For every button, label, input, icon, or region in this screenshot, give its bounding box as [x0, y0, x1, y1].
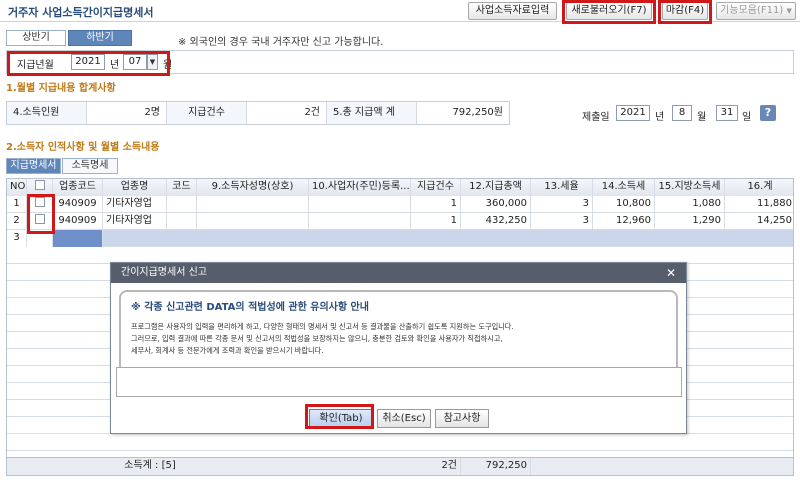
row-payment-total[interactable]: 360,000 — [461, 196, 531, 213]
table-row-new[interactable]: 3 — [7, 230, 793, 247]
highlight-period — [7, 51, 170, 76]
notice-line: 세무사, 회계사 등 전문가에게 조력과 확인을 받으시기 바랍니다. — [131, 346, 324, 355]
highlight-row-checkboxes — [27, 194, 55, 234]
col-industry-code[interactable]: 업종코드 — [53, 179, 103, 196]
foreigner-notice: ※ 외국인의 경우 국내 거주자만 신고 가능합니다. — [178, 37, 384, 48]
row-local-tax[interactable]: 1,080 — [655, 196, 725, 213]
row-no: 2 — [7, 213, 27, 230]
dialog-progress-area — [116, 367, 682, 397]
close-icon[interactable]: ✕ — [666, 263, 676, 283]
col-registration-no[interactable]: 10.사업자(주민)등록... — [309, 179, 411, 196]
row-local-tax[interactable]: 1,290 — [655, 213, 725, 230]
dialog-notice-box: ※ 각종 신고관련 DATA의 적법성에 관한 유의사항 안내 프로그램은 사용… — [119, 290, 678, 374]
functions-menu-button[interactable]: 기능모음(F11) ▼ — [716, 2, 796, 20]
row-industry-code-active[interactable] — [53, 230, 103, 247]
col-payment-total[interactable]: 12.지급총액 — [461, 179, 531, 196]
row-payment-count[interactable]: 1 — [411, 213, 461, 230]
col-no[interactable]: NO — [7, 179, 27, 196]
col-payment-count[interactable]: 지급건수 — [411, 179, 461, 196]
reference-button[interactable]: 참고사항 — [435, 409, 489, 428]
row-earner-name[interactable] — [197, 213, 309, 230]
col-income-tax[interactable]: 14.소득세 — [593, 179, 655, 196]
submit-day-unit: 일 — [742, 112, 752, 123]
count-label: 지급건수 — [167, 102, 247, 124]
row-sum[interactable]: 14,250 — [725, 213, 793, 230]
highlight-close-period — [658, 0, 712, 24]
row-code[interactable] — [167, 196, 197, 213]
col-sum[interactable]: 16.계 — [725, 179, 793, 196]
table-row[interactable]: 1 940909 기타자영업 1 360,000 3 10,800 1,080 … — [7, 196, 793, 213]
row-payment-count[interactable]: 1 — [411, 196, 461, 213]
row-income-tax[interactable]: 10,800 — [593, 196, 655, 213]
row-payment-total[interactable]: 432,250 — [461, 213, 531, 230]
highlight-confirm — [305, 404, 374, 429]
col-tax-rate[interactable]: 13.세율 — [531, 179, 593, 196]
tab-second-half[interactable]: 하반기 — [68, 30, 132, 46]
row-code[interactable] — [167, 213, 197, 230]
submit-date-label: 제출일 — [582, 112, 610, 123]
col-earner-name[interactable]: 9.소득자성명(상호) — [197, 179, 309, 196]
count-value: 2건 — [247, 102, 327, 124]
earners-value: 2명 — [87, 102, 167, 124]
col-local-tax[interactable]: 15.지방소득세 — [655, 179, 725, 196]
submit-month-unit: 월 — [697, 112, 707, 123]
footer-label: 소득계 : [5] — [124, 460, 176, 471]
total-label: 5.총 지급액 계 — [327, 102, 417, 124]
row-sum[interactable]: 11,880 — [725, 196, 793, 213]
row-registration-no[interactable] — [309, 213, 411, 230]
row-industry-name[interactable]: 기타자영업 — [103, 213, 167, 230]
grid-footer: 소득계 : [5] 2건 792,250 — [7, 457, 793, 475]
footer-count: 2건 — [411, 458, 461, 475]
summary-table: 4.소득인원 2명 지급건수 2건 5.총 지급액 계 792,250원 — [6, 101, 510, 125]
col-industry-name[interactable]: 업종명 — [103, 179, 167, 196]
section-1-title: 1.월별 지급내용 합계사항 — [6, 83, 116, 94]
window-title: 거주자 사업소득간이지급명세서 — [8, 6, 154, 19]
cancel-button[interactable]: 취소(Esc) — [377, 409, 431, 428]
col-code[interactable]: 코드 — [167, 179, 197, 196]
tab-first-half[interactable]: 상반기 — [6, 30, 66, 46]
select-all-checkbox[interactable] — [34, 180, 45, 190]
submit-month-input[interactable]: 8 — [672, 105, 692, 121]
row-industry-name[interactable]: 기타자영업 — [103, 196, 167, 213]
submit-day-input[interactable]: 31 — [716, 105, 738, 121]
row-no: 3 — [7, 230, 27, 247]
chevron-down-icon: ▼ — [786, 7, 792, 15]
row-tax-rate[interactable]: 3 — [531, 196, 593, 213]
section-2-title: 2.소득자 인적사항 및 월별 소득내용 — [6, 142, 160, 153]
notice-line: 프로그램은 사용자의 입력을 편리하게 하고, 다양한 형태의 명세서 및 신고… — [131, 322, 514, 331]
total-value: 792,250원 — [452, 107, 503, 118]
report-dialog: 간이지급명세서 신고 ✕ ※ 각종 신고관련 DATA의 적법성에 관한 유의사… — [110, 262, 687, 434]
table-row[interactable]: 2 940909 기타자영업 1 432,250 3 12,960 1,290 … — [7, 213, 793, 230]
tab-income-list[interactable]: 소득명세 — [62, 158, 118, 174]
row-earner-name[interactable] — [197, 196, 309, 213]
dialog-title: 간이지급명세서 신고 — [121, 267, 207, 278]
row-tax-rate[interactable]: 3 — [531, 213, 593, 230]
dialog-title-bar: 간이지급명세서 신고 ✕ — [111, 263, 686, 283]
help-icon[interactable]: ? — [760, 105, 776, 121]
earners-label: 4.소득인원 — [7, 102, 87, 124]
functions-menu-label: 기능모음(F11) — [720, 5, 784, 16]
row-industry-code[interactable]: 940909 — [53, 213, 103, 230]
table-row-empty — [7, 434, 793, 451]
notice-line: 그러므로, 입력 결과에 따른 각종 문서 및 신고서의 적법성을 보장하지는 … — [131, 334, 503, 343]
row-industry-code[interactable]: 940909 — [53, 196, 103, 213]
row-income-tax[interactable]: 12,960 — [593, 213, 655, 230]
submit-year-unit: 년 — [655, 112, 665, 123]
row-no: 1 — [7, 196, 27, 213]
footer-total: 792,250 — [461, 458, 531, 475]
business-income-data-button[interactable]: 사업소득자료입력 — [468, 2, 557, 20]
notice-heading: ※ 각종 신고관련 DATA의 적법성에 관한 유의사항 안내 — [131, 302, 369, 313]
submit-year-input[interactable]: 2021 — [616, 105, 650, 121]
tab-statement[interactable]: 지급명세서 — [6, 158, 61, 174]
highlight-reload — [562, 0, 656, 24]
grid-header: NO 업종코드 업종명 코드 9.소득자성명(상호) 10.사업자(주민)등록.… — [7, 179, 793, 196]
row-registration-no[interactable] — [309, 196, 411, 213]
